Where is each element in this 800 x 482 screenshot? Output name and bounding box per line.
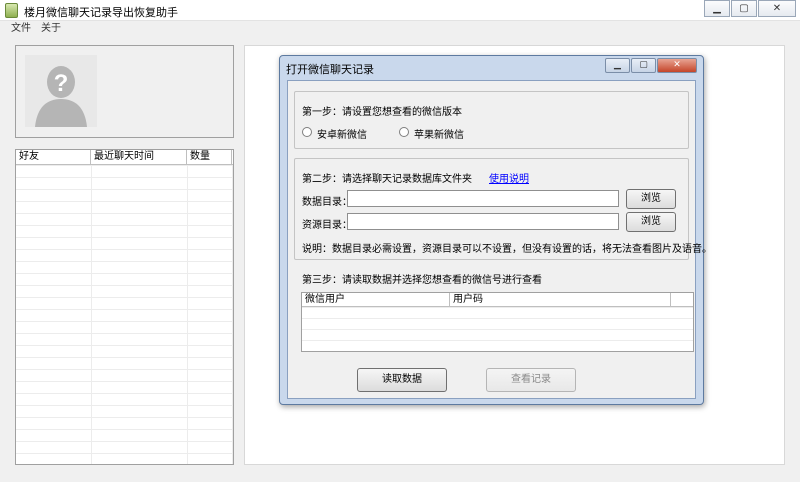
help-link[interactable]: 使用说明 [489, 170, 529, 185]
step2-label: 第二步：请选择聊天记录数据库文件夹 [302, 174, 472, 185]
svg-text:?: ? [54, 70, 69, 97]
dialog-title: 打开微信聊天记录 [286, 63, 374, 76]
maximize-button[interactable]: ▢ [731, 0, 757, 17]
wechat-user-list-rows [302, 307, 693, 351]
browse-resource-dir-button[interactable]: 浏览 [626, 212, 676, 232]
friend-list-rows [16, 165, 233, 464]
dialog-controls: ▁ ▢ ✕ [604, 58, 697, 73]
view-records-button[interactable]: 查看记录 [486, 368, 576, 392]
avatar-panel: ? [15, 45, 234, 138]
wechat-user-list-header: 微信用户 用户码 [302, 293, 693, 307]
radio-android-label[interactable]: 安卓新微信 [317, 126, 367, 141]
avatar: ? [25, 55, 97, 127]
column-header-friend[interactable]: 好友 [16, 150, 91, 164]
resource-dir-input[interactable] [347, 213, 619, 230]
dialog-body: 第一步：请设置您想查看的微信版本 安卓新微信 苹果新微信 第二步：请选择聊天记录… [287, 80, 712, 399]
dialog-close-button[interactable]: ✕ [657, 58, 697, 73]
step2-group: 第二步：请选择聊天记录数据库文件夹 使用说明 数据目录： 浏览 资源目录： 浏览… [294, 158, 712, 260]
column-header-wechat-user[interactable]: 微信用户 [302, 293, 450, 306]
menu-file[interactable]: 文件 [6, 21, 36, 37]
window-controls: ▁ ▢ ✕ [703, 0, 796, 17]
data-dir-label: 数据目录： [302, 197, 352, 208]
wechat-user-list[interactable]: 微信用户 用户码 [301, 292, 694, 352]
menu-bar: 文件 关于 [0, 21, 800, 37]
open-chat-dialog: 打开微信聊天记录 ▁ ▢ ✕ 第一步：请设置您想查看的微信版本 安卓新微信 苹果… [279, 55, 712, 405]
unknown-user-icon: ? [25, 55, 97, 127]
column-header-user-code[interactable]: 用户码 [450, 293, 671, 306]
data-dir-input[interactable] [347, 190, 619, 207]
dialog-minimize-button[interactable]: ▁ [605, 58, 630, 73]
minimize-button[interactable]: ▁ [704, 0, 730, 17]
step2-note: 说明：数据目录必需设置，资源目录可以不设置，但没有设置的话，将无法查看图片及语音… [302, 244, 712, 255]
read-data-button[interactable]: 读取数据 [357, 368, 447, 392]
step1-group: 第一步：请设置您想查看的微信版本 安卓新微信 苹果新微信 [294, 91, 689, 149]
close-button[interactable]: ✕ [758, 0, 796, 17]
step1-label: 第一步：请设置您想查看的微信版本 [302, 107, 462, 118]
window-title: 楼月微信聊天记录导出恢复助手 [24, 6, 178, 19]
radio-android[interactable] [302, 127, 312, 137]
column-header-last-chat-time[interactable]: 最近聊天时间 [91, 150, 187, 164]
menu-about[interactable]: 关于 [36, 21, 66, 37]
resource-dir-label: 资源目录： [302, 220, 352, 231]
friend-list[interactable]: 好友 最近聊天时间 数量 [15, 149, 234, 465]
title-bar: 楼月微信聊天记录导出恢复助手 ▁ ▢ ✕ [0, 0, 800, 21]
app-icon [5, 3, 18, 18]
dialog-maximize-button[interactable]: ▢ [631, 58, 656, 73]
radio-iphone[interactable] [399, 127, 409, 137]
step3-label: 第三步：请读取数据并选择您想查看的微信号进行查看 [302, 275, 542, 286]
radio-iphone-label[interactable]: 苹果新微信 [414, 126, 464, 141]
browse-data-dir-button[interactable]: 浏览 [626, 189, 676, 209]
column-header-count[interactable]: 数量 [187, 150, 232, 164]
friend-list-header: 好友 最近聊天时间 数量 [16, 150, 233, 165]
